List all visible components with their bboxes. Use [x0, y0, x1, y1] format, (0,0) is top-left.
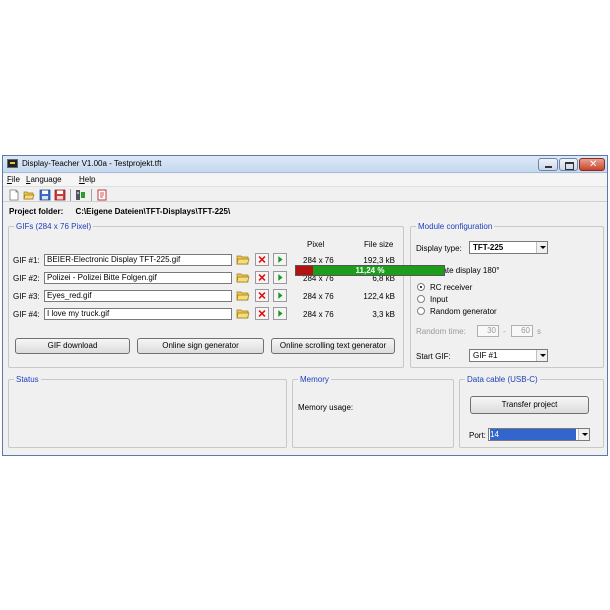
online-scrolling-text-generator-button[interactable]: Online scrolling text generator: [271, 338, 395, 354]
radio-rc-receiver-label: RC receiver: [430, 283, 473, 292]
toolbar: [3, 186, 607, 202]
menu-file[interactable]: File: [7, 175, 20, 184]
display-type-label: Display type:: [416, 244, 462, 253]
random-time-from-field[interactable]: 30: [477, 325, 499, 337]
title-bar[interactable]: Display-Teacher V1.00a - Testprojekt.tft…: [3, 156, 607, 173]
app-icon: [7, 159, 18, 168]
memory-usage-percent: 11,24 %: [355, 266, 385, 275]
gif-4-open-folder-icon[interactable]: [236, 307, 250, 320]
gif-4-pixel: 284 x 76: [303, 310, 334, 319]
gif-1-file-field[interactable]: BEIER-Electronic Display TFT-225.gif: [44, 254, 232, 266]
gif-2-open-folder-icon[interactable]: [236, 271, 250, 284]
project-folder-path: C:\Eigene Dateien\TFT-Displays\TFT-225\: [75, 207, 231, 216]
gif-3-play-icon[interactable]: [273, 289, 287, 302]
gif-2-play-icon[interactable]: [273, 271, 287, 284]
chevron-down-icon: [536, 242, 547, 253]
save-as-icon[interactable]: [54, 189, 66, 201]
chevron-down-icon: [578, 429, 589, 440]
menu-language[interactable]: Language: [26, 175, 62, 184]
gif-1-play-icon[interactable]: [273, 253, 287, 266]
gif-4-size: 3,3 kB: [372, 310, 395, 319]
open-folder-icon[interactable]: [23, 189, 35, 201]
module-config-legend: Module configuration: [418, 222, 493, 231]
new-file-icon[interactable]: [8, 189, 20, 201]
gif-2-delete-icon[interactable]: [255, 271, 269, 284]
start-gif-label: Start GIF:: [416, 352, 451, 361]
status-legend: Status: [16, 375, 39, 384]
gif-3-file-field[interactable]: Eyes_red.gif: [44, 290, 232, 302]
gif-4-delete-icon[interactable]: [255, 307, 269, 320]
project-folder: Project folder: C:\Eigene Dateien\TFT-Di…: [9, 207, 230, 216]
toolbar-separator: [70, 189, 71, 201]
gif-1-pixel: 284 x 76: [303, 256, 334, 265]
window-title: Display-Teacher V1.00a - Testprojekt.tft: [22, 159, 162, 168]
display-type-select[interactable]: TFT-225: [469, 241, 548, 254]
port-value: 14: [490, 429, 576, 440]
memory-usage-bar: 11,24 %: [295, 265, 445, 276]
online-sign-generator-button[interactable]: Online sign generator: [137, 338, 264, 354]
transfer-project-button[interactable]: Transfer project: [470, 396, 589, 414]
help-book-icon[interactable]: [96, 189, 108, 201]
random-time-label: Random time:: [416, 327, 466, 336]
port-label: Port:: [469, 431, 486, 440]
menu-help[interactable]: Help: [79, 175, 95, 184]
gif-4-label: GIF #4:: [13, 310, 40, 319]
data-cable-legend: Data cable (USB-C): [467, 375, 538, 384]
port-select[interactable]: 14: [488, 428, 590, 441]
radio-rc-receiver[interactable]: [417, 283, 425, 291]
menu-bar: File Language Help: [3, 174, 607, 186]
gif-2-file-field[interactable]: Polizei - Polizei Bitte Folgen.gif: [44, 272, 232, 284]
gif-4-play-icon[interactable]: [273, 307, 287, 320]
start-gif-value: GIF #1: [473, 351, 498, 360]
status-group: Status: [8, 375, 287, 448]
gif-3-label: GIF #3:: [13, 292, 40, 301]
minimize-button[interactable]: [538, 158, 558, 171]
gif-3-delete-icon[interactable]: [255, 289, 269, 302]
gifs-legend: GIFs (284 x 76 Pixel): [16, 222, 92, 231]
toolbar-separator: [91, 189, 92, 201]
gif-1-open-folder-icon[interactable]: [236, 253, 250, 266]
save-icon[interactable]: [39, 189, 51, 201]
gif-2-label: GIF #2:: [13, 274, 40, 283]
memory-usage-label: Memory usage:: [298, 403, 354, 412]
close-icon: ✕: [589, 159, 598, 170]
column-pixel-header: Pixel: [307, 240, 325, 249]
gif-3-open-folder-icon[interactable]: [236, 289, 250, 302]
gif-download-button[interactable]: GIF download: [15, 338, 130, 354]
memory-legend: Memory: [300, 375, 329, 384]
radio-input[interactable]: [417, 295, 425, 303]
radio-input-label: Input: [430, 295, 448, 304]
project-folder-label: Project folder:: [9, 207, 64, 216]
settings-icon[interactable]: [75, 189, 87, 201]
gif-3-size: 122,4 kB: [363, 292, 395, 301]
gif-1-delete-icon[interactable]: [255, 253, 269, 266]
column-filesize-header: File size: [364, 240, 394, 249]
random-time-to-field[interactable]: 60: [511, 325, 533, 337]
radio-random-generator[interactable]: [417, 307, 425, 315]
main-window: Display-Teacher V1.00a - Testprojekt.tft…: [2, 155, 608, 456]
chevron-down-icon: [536, 350, 547, 361]
radio-random-generator-label: Random generator: [430, 307, 497, 316]
gif-1-label: GIF #1:: [13, 256, 40, 265]
gif-3-pixel: 284 x 76: [303, 292, 334, 301]
maximize-button[interactable]: [559, 158, 578, 171]
gif-4-file-field[interactable]: I love my truck.gif: [44, 308, 232, 320]
random-time-dash: -: [503, 327, 506, 336]
gif-1-size: 192,3 kB: [363, 256, 395, 265]
display-type-value: TFT-225: [473, 243, 504, 252]
close-button[interactable]: ✕: [579, 158, 605, 171]
start-gif-select[interactable]: GIF #1: [469, 349, 548, 362]
random-time-unit: s: [537, 327, 541, 336]
